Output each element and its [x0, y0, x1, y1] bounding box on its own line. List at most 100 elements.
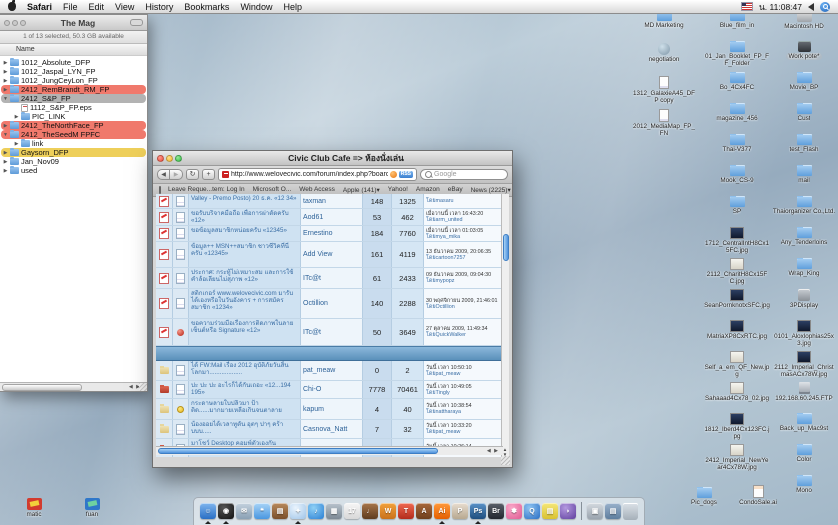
bookmark-item[interactable]: eBay: [448, 186, 463, 194]
safari-title-bar[interactable]: Civic Club Cafe => ห้องนั่งเล่น: [153, 151, 512, 166]
desktop-icon[interactable]: Wrap_King: [772, 258, 836, 289]
dock-app-icon[interactable]: ❝: [254, 503, 270, 519]
volume-icon[interactable]: [808, 3, 814, 11]
last-post-author-link[interactable]: โดยmypopz: [426, 278, 454, 284]
desktop-icon-glyph[interactable]: [730, 72, 745, 83]
disclosure-triangle-icon[interactable]: ▼: [1, 132, 10, 138]
finder-toolbar-toggle[interactable]: [130, 19, 143, 26]
file-name[interactable]: 2412_TheSeedM FPFC: [21, 130, 100, 139]
desktop-icon-label[interactable]: Thaiorganizer Co.,Ltd.: [773, 208, 835, 215]
desktop-icon-glyph[interactable]: [797, 103, 812, 114]
finder-column-header-name[interactable]: Name: [0, 44, 147, 56]
disclosure-triangle-icon[interactable]: ▶: [1, 69, 10, 75]
dock-app-icon[interactable]: T: [398, 503, 414, 519]
desktop-icon[interactable]: 1712_CentralIntH8Cx15FC.jpg: [704, 227, 770, 258]
dock-app-icon[interactable]: ✉: [236, 503, 252, 519]
desktop-icon-glyph[interactable]: [730, 382, 744, 394]
finder-resize-grip[interactable]: [139, 383, 147, 391]
desktop-icon-label[interactable]: SeanPornknotxSFC.jpg: [704, 302, 770, 309]
topic-subject-link[interactable]: Valley - Premo Posto) 20 ธ.ค. «12 34»: [189, 194, 301, 208]
dock-app-icon[interactable]: ▦: [326, 503, 342, 519]
topic-subject-link[interactable]: ประกาศ: กระทู้ไม่เหมาะสม และการใช้คำล้อเ…: [189, 268, 301, 288]
desktop-icon-label[interactable]: fuan: [86, 511, 98, 518]
desktop-icon-label[interactable]: MD Marketing: [644, 22, 683, 29]
desktop-icon-label[interactable]: MatriaXP8CxRTC.jpg: [707, 333, 767, 340]
dock-app-icon[interactable]: ✦: [290, 503, 306, 519]
desktop-icon[interactable]: 1312_GalaxieA45_DFP copy: [633, 76, 695, 109]
safari-zoom-button[interactable]: [175, 155, 182, 162]
finder-row[interactable]: ▶ 1012_Absolute_DFP: [1, 58, 146, 67]
show-all-bookmarks-icon[interactable]: [159, 186, 161, 194]
topic-starter-link[interactable]: Ernestino: [301, 226, 363, 241]
desktop-icon[interactable]: Bo_4Cx4FC: [704, 72, 770, 103]
desktop-icon[interactable]: magazine_456: [704, 103, 770, 134]
desktop-icon[interactable]: test_Flash: [772, 134, 836, 165]
desktop-icon-label[interactable]: Wrap_King: [788, 270, 819, 277]
desktop-icon[interactable]: Self_a_em_QF_New.jpg: [704, 351, 770, 382]
last-post-author-link[interactable]: โดยnattharaya: [426, 409, 461, 415]
desktop-icon[interactable]: MD Marketing: [633, 10, 695, 43]
search-field[interactable]: Google: [420, 169, 508, 180]
add-bookmark-button[interactable]: +: [202, 169, 215, 180]
desktop-icon-label[interactable]: Mono: [796, 487, 812, 494]
desktop-icon-glyph[interactable]: [730, 134, 745, 145]
dock-app-icon[interactable]: Ps: [470, 503, 486, 519]
dock-app-icon[interactable]: Br: [488, 503, 504, 519]
file-name[interactable]: 1012_JungCeyLon_FP: [21, 76, 98, 85]
desktop-icon[interactable]: 2112_CharitH8Cx15FC.jpg: [704, 258, 770, 289]
finder-row[interactable]: ▶ used: [1, 166, 146, 175]
disclosure-triangle-icon[interactable]: ▶: [12, 114, 21, 120]
bookmark-item[interactable]: News (2225)▾: [471, 186, 511, 194]
dock-app-icon[interactable]: Q: [524, 503, 540, 519]
desktop-icon-glyph[interactable]: [753, 485, 764, 498]
desktop-icon-glyph[interactable]: [730, 413, 744, 425]
desktop-icon[interactable]: Movie_BP: [772, 72, 836, 103]
desktop-icon-label[interactable]: 2112_Imperial_ChristmasACx78W.jpg: [772, 364, 836, 378]
finder-horizontal-scrollbar[interactable]: ◀ ▶: [0, 382, 147, 391]
menu-item[interactable]: Edit: [89, 2, 105, 12]
desktop-icon-label[interactable]: Any_Tenderloins: [781, 239, 828, 246]
url-text[interactable]: http://www.welovecivic.com/forum/index.p…: [231, 171, 388, 178]
desktop-icon-label[interactable]: 0101_Aloxlophias25x3.jpg: [772, 333, 836, 347]
safari-minimize-button[interactable]: [166, 155, 173, 162]
desktop-icon-glyph[interactable]: [730, 258, 744, 270]
desktop-icon[interactable]: 192.168.60.245.FTP: [772, 382, 836, 413]
file-name[interactable]: 1012_Absolute_DFP: [21, 58, 90, 67]
desktop-icon-glyph[interactable]: [730, 165, 745, 176]
menu-item[interactable]: View: [115, 2, 134, 12]
finder-row[interactable]: ▼ 2412_TheSeedM FPFC: [1, 130, 146, 139]
desktop-icon-label[interactable]: 2412_Imperial_NewYear4Cx78W.jpg: [704, 457, 770, 471]
last-post-author-link[interactable]: โดยpat_meaw: [426, 371, 460, 377]
desktop-icon-glyph[interactable]: [797, 165, 812, 176]
topic-subject-link[interactable]: ขอข้อมูลสมาชิกหน่อยครับ «12345»: [189, 226, 301, 241]
desktop-icon-label[interactable]: 192.168.60.245.FTP: [775, 395, 832, 402]
safari-horizontal-scrollbar[interactable]: ◀ ▶: [156, 446, 503, 455]
last-post-author-link[interactable]: โดยQuickWalker: [426, 332, 466, 338]
desktop-icon-glyph[interactable]: [797, 351, 811, 363]
desktop-icon[interactable]: Work pote*: [772, 41, 836, 72]
finder-row[interactable]: ▶ 2412_RemBrandt_RM_FP: [1, 85, 146, 94]
bookmark-item[interactable]: Yahoo!: [388, 186, 408, 194]
safari-close-button[interactable]: [157, 155, 164, 162]
page-load-indicator-icon[interactable]: [390, 171, 397, 178]
safari-horizontal-scroll-arrows[interactable]: ◀ ▶: [487, 448, 503, 454]
dock-app-icon[interactable]: ♩: [362, 503, 378, 519]
topic-starter-link[interactable]: Add View: [301, 242, 363, 267]
desktop-icon-glyph[interactable]: [799, 382, 810, 394]
desktop-icon-glyph[interactable]: [797, 444, 812, 455]
desktop-icon-label[interactable]: 01_Jan_Booklet_FP_FF_Folder: [704, 53, 770, 67]
desktop-icon-label[interactable]: test_Flash: [789, 146, 818, 153]
desktop-icon-label[interactable]: 2112_CharitH8Cx15FC.jpg: [704, 271, 770, 285]
desktop-icon-label[interactable]: Pic_dogs: [691, 499, 717, 506]
topic-starter-link[interactable]: Chi-O: [301, 381, 363, 398]
desktop-icon-label[interactable]: 1812_Iberd4Cx123FC.jpg: [704, 426, 770, 440]
desktop-icon-label[interactable]: Work pote*: [786, 53, 821, 60]
dock-app-icon[interactable]: ▣: [587, 503, 603, 519]
file-name[interactable]: 2412_TheNorthFace_FP: [21, 121, 104, 130]
last-post-author-link[interactable]: โดยmya_mika: [426, 234, 460, 240]
trash-icon[interactable]: [623, 503, 638, 520]
input-language-flag-icon[interactable]: [741, 2, 753, 11]
desktop-icon-glyph[interactable]: [730, 444, 744, 456]
desktop-icon[interactable]: SeanPornknotxSFC.jpg: [704, 289, 770, 320]
file-name[interactable]: used: [21, 166, 37, 175]
